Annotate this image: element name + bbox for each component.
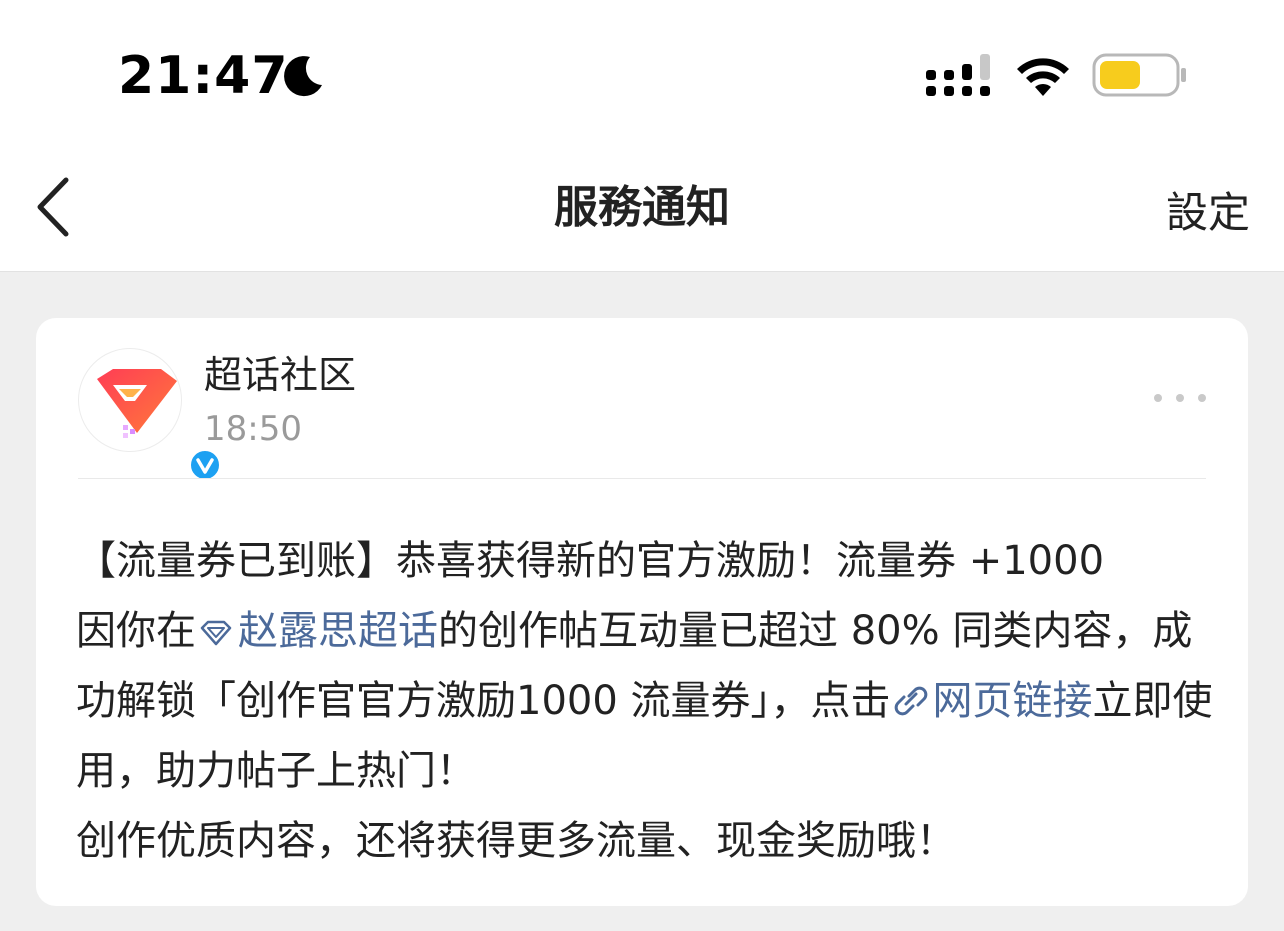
supertopic-diamond-icon [200, 620, 232, 646]
link-icon [894, 686, 927, 716]
web-link-label: 网页链接 [932, 678, 1093, 724]
topic-link-label: 赵露思超话 [238, 608, 438, 654]
notification-card: 超话社区 18:50 【流量券已到账】恭喜获得新的官方激励！流量券 +1000 … [36, 318, 1248, 906]
signal-icon [926, 54, 990, 96]
topic-link[interactable]: 赵露思超话 [196, 608, 438, 654]
body-line-1: 【流量券已到账】恭喜获得新的官方激励！流量券 +1000 [76, 538, 1105, 584]
message-time: 18:50 [204, 409, 302, 449]
sender-name[interactable]: 超话社区 [204, 350, 356, 400]
more-dots-icon[interactable] [1150, 384, 1210, 412]
moon-icon [284, 56, 322, 97]
supertopic-logo-icon [97, 369, 177, 438]
status-bar: 21:47 [0, 0, 1284, 150]
battery-icon [1092, 53, 1186, 97]
settings-button[interactable]: 設定 [1166, 186, 1250, 240]
message-body: 【流量券已到账】恭喜获得新的官方激励！流量券 +1000 因你在 赵露思超话的创作… [76, 526, 1216, 876]
status-time: 21:47 [118, 46, 289, 106]
web-link[interactable]: 网页链接 [891, 678, 1093, 724]
verified-v-icon [189, 449, 221, 481]
avatar[interactable] [78, 348, 221, 481]
divider [78, 478, 1206, 479]
wifi-icon [1017, 58, 1069, 96]
page-title: 服務通知 [554, 182, 730, 233]
body-line-2-prefix: 因你在 [76, 608, 196, 654]
body-line-4: 创作优质内容，还将获得更多流量、现金奖励哦！ [76, 818, 956, 864]
nav-bar: 服務通知 設定 [0, 150, 1284, 272]
